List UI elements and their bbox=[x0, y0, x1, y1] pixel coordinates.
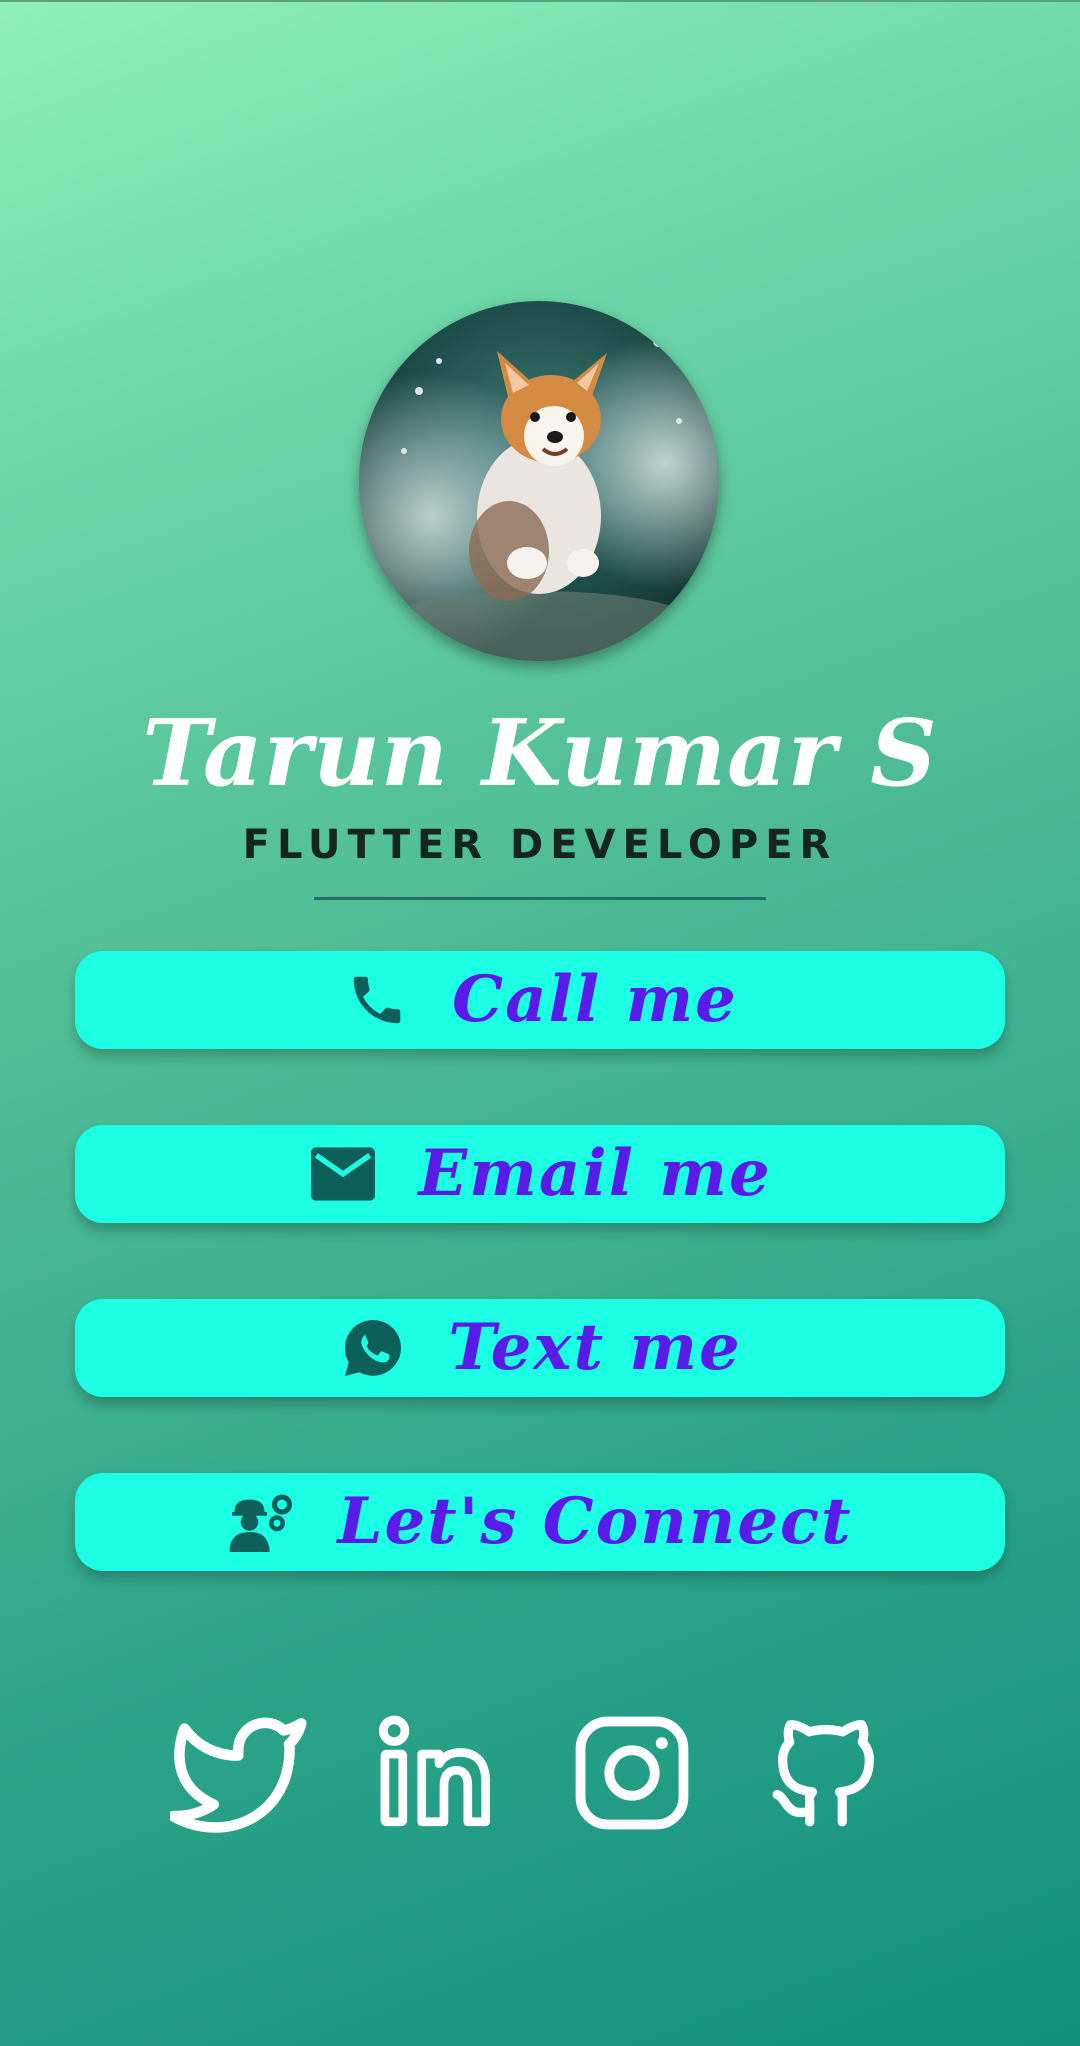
whatsapp-icon bbox=[338, 1313, 408, 1383]
instagram-icon[interactable] bbox=[562, 1708, 702, 1838]
call-me-button[interactable]: Call me bbox=[75, 951, 1005, 1049]
text-me-button[interactable]: Text me bbox=[75, 1299, 1005, 1397]
profile-avatar bbox=[359, 301, 719, 661]
phone-icon bbox=[342, 965, 412, 1035]
call-me-label: Call me bbox=[452, 962, 738, 1037]
profile-title: FLUTTER DEVELOPER bbox=[242, 822, 838, 868]
lets-connect-label: Let's Connect bbox=[337, 1484, 853, 1559]
linkedin-icon[interactable] bbox=[368, 1708, 508, 1838]
twitter-icon[interactable] bbox=[170, 1708, 310, 1838]
top-border-line bbox=[0, 0, 1080, 2]
github-icon[interactable] bbox=[756, 1708, 896, 1838]
profile-name: Tarun Kumar S bbox=[142, 699, 938, 807]
email-me-label: Email me bbox=[418, 1136, 772, 1211]
lets-connect-button[interactable]: Let's Connect bbox=[75, 1473, 1005, 1571]
email-me-button[interactable]: Email me bbox=[75, 1125, 1005, 1223]
mail-icon bbox=[308, 1139, 378, 1209]
engineer-icon bbox=[227, 1487, 297, 1557]
divider bbox=[314, 897, 766, 900]
text-me-label: Text me bbox=[448, 1310, 742, 1385]
